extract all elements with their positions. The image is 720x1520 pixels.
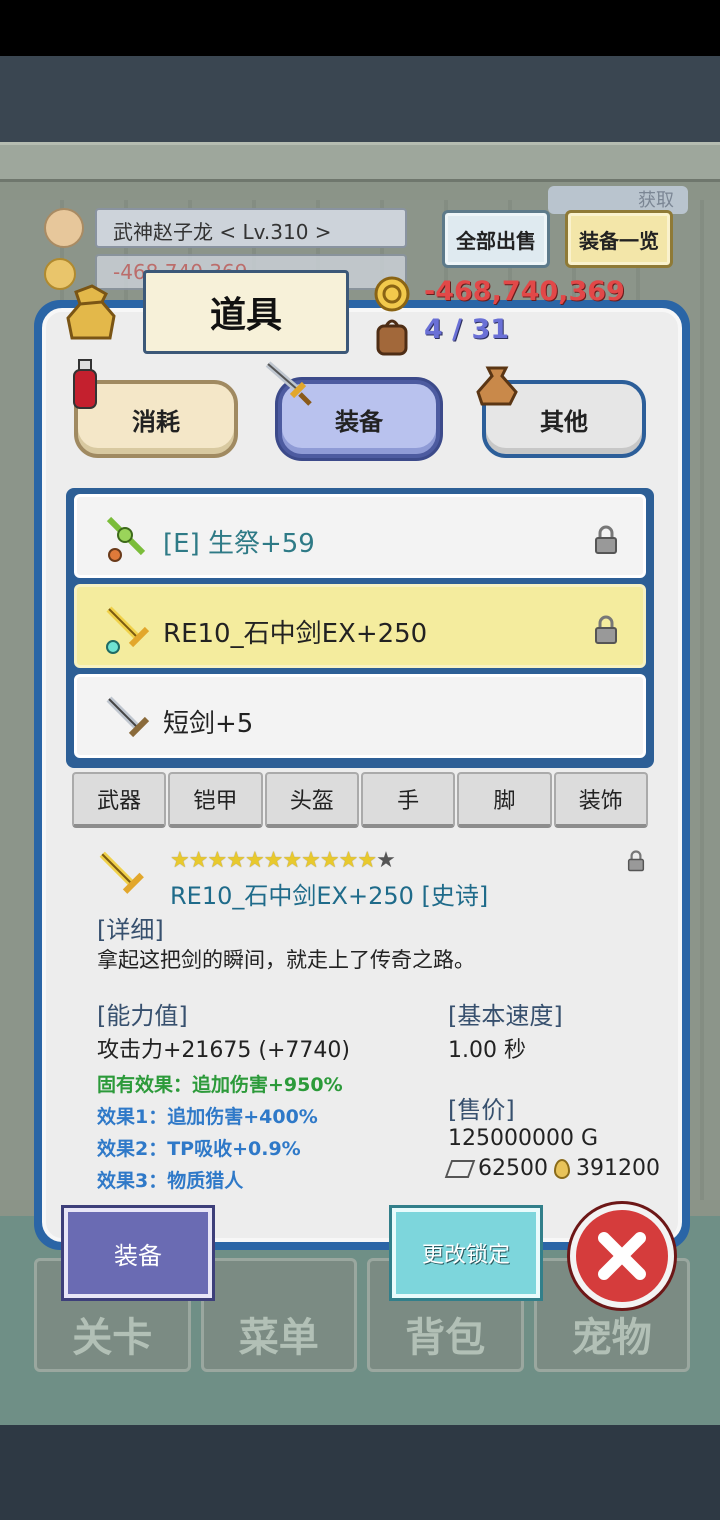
close-button[interactable] xyxy=(570,1204,674,1308)
potion-icon xyxy=(73,359,97,409)
drop-amount: 391200 xyxy=(576,1156,660,1181)
nav-menu[interactable]: 菜单 xyxy=(200,1258,357,1372)
effect-3: 效果3：物质猎人 xyxy=(97,1170,244,1192)
crystal-icon xyxy=(444,1159,476,1178)
lock-icon xyxy=(595,615,617,644)
star-icon: ★ xyxy=(319,848,340,873)
short-sword-icon xyxy=(106,696,150,738)
star-icon: ★ xyxy=(338,848,359,873)
star-icon: ★ xyxy=(301,848,321,873)
panel-title: 道具 xyxy=(143,270,349,354)
golden-sword-icon xyxy=(99,851,144,894)
ability-header: [能力值] xyxy=(97,1002,188,1030)
pouch-icon xyxy=(476,366,518,406)
star-icon: ★ xyxy=(188,848,209,873)
detail-header: [详细] xyxy=(97,916,164,944)
gold-coin-icon xyxy=(374,276,410,312)
lock-icon xyxy=(595,525,617,554)
backpack-icon xyxy=(376,319,408,356)
bag-icon xyxy=(66,284,116,340)
bag-capacity: 4 / 31 xyxy=(424,314,510,345)
star-icon: ★ xyxy=(226,848,246,873)
star-icon: ★ xyxy=(282,848,302,873)
sell-price: 125000000 G xyxy=(448,1126,599,1151)
item-name: 短剑+5 xyxy=(163,709,254,739)
filter-helmet[interactable]: 头盔 xyxy=(264,772,359,828)
equip-list-button[interactable]: 装备一览 xyxy=(565,210,673,268)
filter-accessory[interactable]: 装饰 xyxy=(553,772,648,828)
speed-header: [基本速度] xyxy=(448,1002,563,1030)
drop-icon xyxy=(554,1158,570,1179)
effect-1: 效果1：追加伤害+400% xyxy=(97,1106,318,1128)
star-icon: ★ xyxy=(207,848,227,873)
list-item[interactable]: [E] 生祭+59 xyxy=(74,494,646,578)
item-description: 拿起这把剑的瞬间，就走上了传奇之路。 xyxy=(97,948,475,972)
close-icon xyxy=(598,1232,646,1280)
star-icon: ★ xyxy=(170,848,190,873)
crystal-amount: 62500 xyxy=(478,1156,548,1181)
sell-all-button[interactable]: 全部出售 xyxy=(442,210,550,268)
player-avatar xyxy=(44,208,84,248)
equip-button[interactable]: 装备 xyxy=(64,1208,212,1298)
lock-icon[interactable] xyxy=(626,850,646,872)
effect-2: 效果2：TP吸收+0.9% xyxy=(97,1138,301,1160)
sword-icon xyxy=(265,361,312,406)
gold-amount: -468,740,369 xyxy=(424,276,625,307)
equipment-filter-bar: 武器 铠甲 头盔 手 脚 装饰 xyxy=(72,772,648,828)
star-icon: ★ xyxy=(244,848,265,873)
price-header: [售价] xyxy=(448,1096,515,1124)
status-bar xyxy=(0,0,720,56)
base-speed: 1.00 秒 xyxy=(448,1038,526,1063)
rarity-stars: ★★★★★★★★★★★★ xyxy=(170,848,396,873)
list-item[interactable]: RE10_石中剑EX+250 xyxy=(74,584,646,668)
player-name-level: 武神赵子龙 < Lv.310 > xyxy=(95,208,407,248)
item-name: [E] 生祭+59 xyxy=(163,529,315,559)
list-item[interactable]: 短剑+5 xyxy=(74,674,646,758)
item-list: [E] 生祭+59 RE10_石中剑EX+250 短剑+5 xyxy=(66,488,654,768)
material-prices: 62500 391200 xyxy=(444,1156,660,1181)
background-rail xyxy=(0,142,720,182)
item-name: RE10_石中剑EX+250 xyxy=(163,619,428,649)
change-lock-button[interactable]: 更改锁定 xyxy=(392,1208,540,1298)
filter-hand[interactable]: 手 xyxy=(360,772,456,828)
navigation-bar xyxy=(0,1425,720,1520)
fixed-effect: 固有效果：追加伤害+950% xyxy=(97,1074,343,1096)
item-detail-name: RE10_石中剑EX+250 [史诗] xyxy=(170,882,489,910)
filter-weapon[interactable]: 武器 xyxy=(72,772,167,828)
filter-armor[interactable]: 铠甲 xyxy=(168,772,263,828)
star-icon: ★ xyxy=(263,848,284,873)
attack-value: 攻击力+21675 (+7740) xyxy=(97,1038,351,1063)
star-icon: ★ xyxy=(376,848,396,873)
filter-foot[interactable]: 脚 xyxy=(457,772,552,828)
staff-icon xyxy=(106,516,146,562)
star-icon: ★ xyxy=(357,848,377,873)
golden-sword-icon xyxy=(106,606,150,654)
